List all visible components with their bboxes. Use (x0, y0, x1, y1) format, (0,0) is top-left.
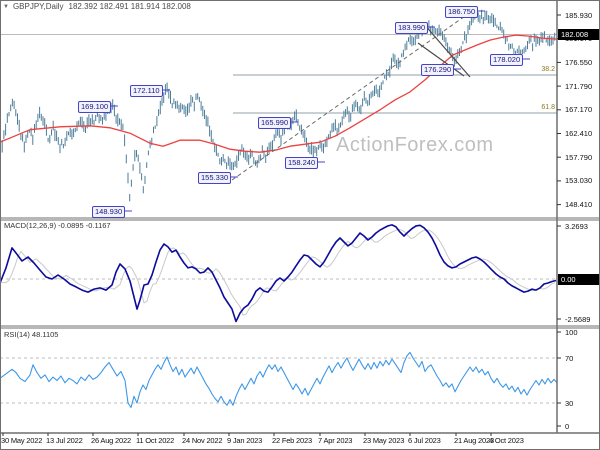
y-axis-label: 153.030 (565, 176, 593, 186)
y-axis-label: 157.790 (565, 152, 593, 162)
y-axis-label: 0 (565, 421, 570, 431)
price-level-tag: 183.990 (395, 22, 429, 34)
current-value-box: 182.008 (558, 29, 599, 40)
chart-window: ▼ GBPJPY,Daily 182.392 182.491 181.914 182… (0, 0, 600, 450)
macd-signal-line (0, 229, 556, 316)
price-level-tag: 172.110 (130, 85, 163, 97)
price-level-tag: 148.930 (92, 206, 126, 218)
ohlc-values: 182.392 182.491 181.914 182.008 (68, 2, 191, 11)
date-axis-label: 22 Feb 2023 (272, 436, 312, 445)
macd-indicator-label: MACD(12,26,9) -0.0895 -0.1167 (4, 221, 111, 230)
price-level-tag: 176.290 (421, 64, 455, 76)
price-level-tag: 169.100 (78, 101, 112, 113)
date-axis-label: 6 Jul 2023 (408, 436, 441, 445)
y-axis-label: -2.5689 (565, 314, 591, 324)
date-axis-label: 26 Aug 2022 (91, 436, 131, 445)
y-axis-label: 70 (565, 353, 574, 363)
date-axis-label: 11 Oct 2022 (136, 436, 175, 445)
symbol-title: GBPJPY,Daily (12, 2, 64, 11)
date-axis-label: 21 Aug 2023 (454, 436, 494, 445)
rsi-line (0, 351, 558, 409)
dashed-trendline (231, 13, 469, 181)
date-axis-label: 13 Jul 2022 (46, 436, 83, 445)
y-axis-label: 176.550 (565, 57, 593, 67)
price-level-tag: 186.750 (445, 6, 479, 18)
macd-main-line (0, 224, 557, 323)
date-axis-label: 9 Jan 2023 (227, 436, 263, 445)
price-level-tag: 178.020 (490, 54, 524, 66)
fib-level-label: 38.2 (541, 66, 555, 73)
y-axis-label: 148.410 (565, 200, 593, 210)
price-level-tag: 165.990 (258, 117, 292, 129)
y-axis-label: 167.170 (565, 105, 593, 115)
symbol-dropdown-icon[interactable]: ▼ (3, 4, 9, 10)
date-axis-label: 24 Nov 2022 (182, 436, 223, 445)
price-level-tag: 158.240 (285, 157, 319, 169)
moving-average-line (0, 34, 558, 153)
y-axis-label: 162.410 (565, 129, 593, 138)
y-axis-label: 185.930 (565, 10, 593, 20)
fib-level-label: 61.8 (541, 104, 555, 111)
chart-header: ▼ GBPJPY,Daily 182.392 182.491 181.914 182… (3, 2, 191, 11)
date-axis-label: 23 May 2023 (363, 436, 405, 445)
date-axis-label: 30 May 2022 (1, 436, 43, 445)
date-axis-label: 7 Apr 2023 (318, 436, 353, 445)
y-axis-label: 100 (565, 327, 578, 337)
y-axis-label: 3.2693 (565, 221, 588, 231)
y-axis-label: 30 (565, 398, 574, 408)
price-level-tag: 155.330 (198, 172, 232, 184)
date-axis-label: 4 Oct 2023 (489, 436, 524, 445)
y-axis-label: 171.790 (565, 81, 593, 91)
current-value-box: 0.00 (558, 273, 599, 285)
rsi-indicator-label: RSI(14) 48.1105 (4, 330, 59, 339)
